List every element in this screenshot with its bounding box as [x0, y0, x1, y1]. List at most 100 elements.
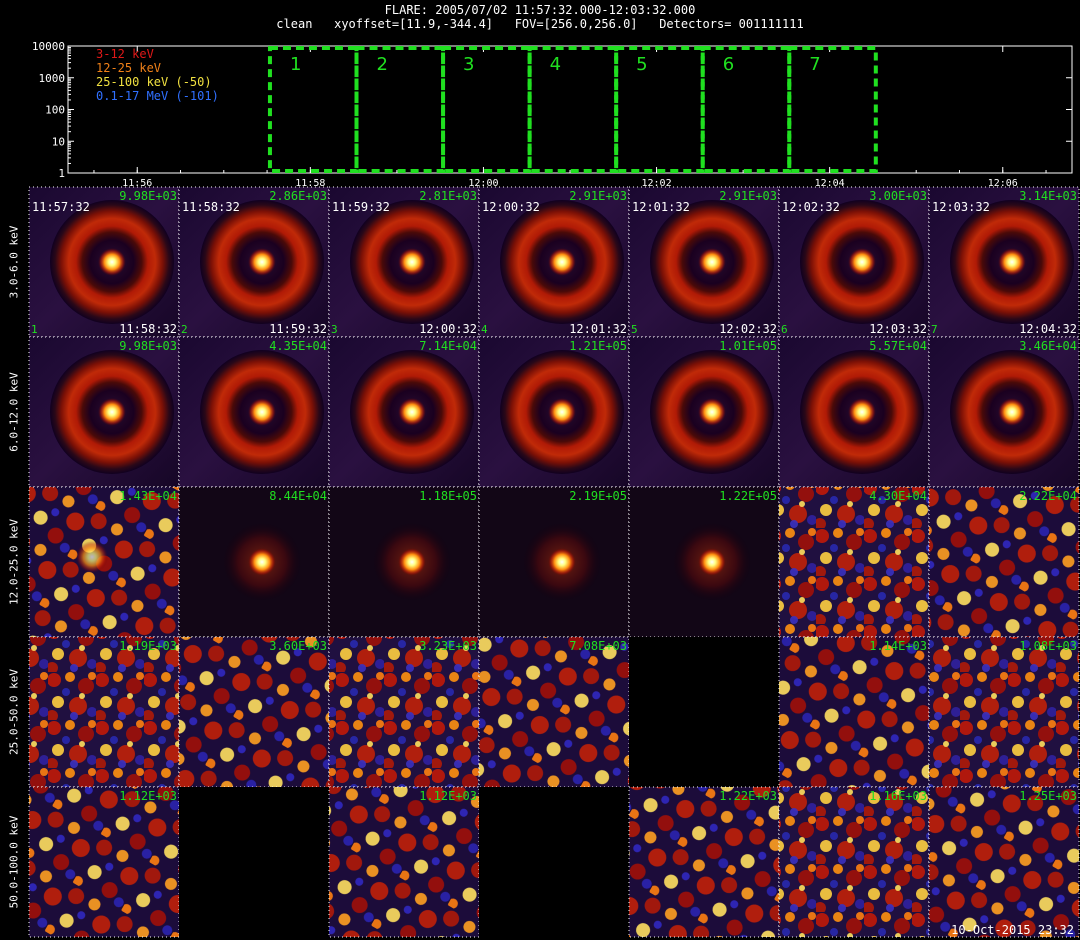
row-energy-label: 6.0-12.0 keV [7, 372, 21, 452]
noise-map [29, 637, 179, 787]
cell-interval-number: 1 [31, 323, 38, 336]
image-cell: 3.23E+03 [328, 636, 480, 788]
image-cell: 2.91E+03 12:01:32 12:02:32 5 [628, 186, 780, 338]
cell-max-value: 2.19E+05 [569, 489, 627, 503]
cell-end-time: 11:59:32 [269, 322, 327, 336]
row-energy-label: 25.0-50.0 keV [7, 668, 21, 756]
empty-cell [179, 787, 329, 937]
row-energy-label: 12.0-25.0 keV [7, 518, 21, 606]
cell-interval-number: 4 [481, 323, 488, 336]
source-core [698, 548, 726, 576]
cell-max-value: 1.21E+05 [569, 339, 627, 353]
cell-max-value: 3.14E+03 [1019, 189, 1077, 203]
noise-map [629, 787, 779, 937]
image-grid: 9.98E+03 11:57:32 11:58:32 1 2.86E+03 11:58:3… [28, 186, 1080, 938]
cell-start-time: 12:00:32 [482, 200, 540, 214]
image-cell: 2.91E+03 12:00:32 12:01:32 4 [478, 186, 630, 338]
image-cell: 1.25E+03 [928, 786, 1080, 938]
source-blob [76, 541, 108, 573]
image-cell [479, 787, 629, 937]
cell-max-value: 4.30E+04 [869, 489, 927, 503]
cell-max-value: 2.22E+04 [1019, 489, 1077, 503]
image-cell: 3.46E+04 [928, 336, 1080, 488]
noise-map [329, 637, 479, 787]
cell-max-value: 3.60E+03 [269, 639, 327, 653]
row-energy-label: 3.0-6.0 keV [7, 225, 21, 299]
image-cell: 9.98E+03 11:57:32 11:58:32 1 [28, 186, 180, 338]
image-cell: 1.18E+05 [328, 486, 480, 638]
noise-map [779, 787, 929, 937]
source-core [98, 248, 126, 276]
noise-map [29, 787, 179, 937]
empty-cell [479, 787, 629, 937]
row-energy-label: 50.0-100.0 keV [7, 815, 21, 909]
cell-start-time: 12:03:32 [932, 200, 990, 214]
source-core [248, 548, 276, 576]
image-cell [179, 787, 329, 937]
image-cell [629, 637, 779, 787]
source-core [848, 248, 876, 276]
image-cell: 1.16E+03 [778, 786, 930, 938]
cell-max-value: 1.16E+03 [869, 789, 927, 803]
cell-max-value: 9.98E+03 [119, 339, 177, 353]
source-core [998, 398, 1026, 426]
cell-end-time: 12:04:32 [1019, 322, 1077, 336]
cell-start-time: 11:59:32 [332, 200, 390, 214]
noise-map [779, 487, 929, 637]
source-core [548, 548, 576, 576]
image-cell: 1.43E+04 [28, 486, 180, 638]
noise-map [779, 637, 929, 787]
cell-interval-number: 2 [181, 323, 188, 336]
cell-max-value: 2.91E+03 [719, 189, 777, 203]
cell-interval-number: 7 [931, 323, 938, 336]
cell-max-value: 5.57E+04 [869, 339, 927, 353]
cell-max-value: 7.08E+03 [569, 639, 627, 653]
image-cell: 1.12E+03 [328, 786, 480, 938]
cell-max-value: 3.00E+03 [869, 189, 927, 203]
footer-timestamp: 10-Oct-2015 23:32 [951, 923, 1074, 937]
image-cell: 1.22E+03 [628, 786, 780, 938]
cell-max-value: 2.86E+03 [269, 189, 327, 203]
cell-max-value: 1.22E+03 [719, 789, 777, 803]
noise-map [929, 787, 1079, 937]
empty-cell [629, 637, 779, 787]
image-cell: 2.81E+03 11:59:32 12:00:32 3 [328, 186, 480, 338]
source-core [698, 398, 726, 426]
noise-map [479, 637, 629, 787]
cell-max-value: 7.14E+04 [419, 339, 477, 353]
source-core [398, 548, 426, 576]
cell-max-value: 1.12E+03 [419, 789, 477, 803]
noise-map [929, 487, 1079, 637]
cell-max-value: 2.81E+03 [419, 189, 477, 203]
cell-start-time: 11:57:32 [32, 200, 90, 214]
cell-max-value: 1.18E+05 [419, 489, 477, 503]
image-cell: 2.19E+05 [478, 486, 630, 638]
cell-max-value: 3.23E+03 [419, 639, 477, 653]
cell-max-value: 1.01E+05 [719, 339, 777, 353]
cell-max-value: 2.91E+03 [569, 189, 627, 203]
cell-max-value: 1.22E+05 [719, 489, 777, 503]
cell-start-time: 12:02:32 [782, 200, 840, 214]
cell-end-time: 12:00:32 [419, 322, 477, 336]
source-core [548, 248, 576, 276]
image-cell: 1.22E+05 [628, 486, 780, 638]
cell-interval-number: 3 [331, 323, 338, 336]
cell-start-time: 12:01:32 [632, 200, 690, 214]
image-cell: 1.12E+03 [28, 786, 180, 938]
source-core [248, 398, 276, 426]
image-cell: 8.44E+04 [178, 486, 330, 638]
cell-max-value: 9.98E+03 [119, 189, 177, 203]
cell-max-value: 1.19E+03 [119, 639, 177, 653]
cell-end-time: 12:02:32 [719, 322, 777, 336]
source-core [698, 248, 726, 276]
image-cell: 1.19E+03 [28, 636, 180, 788]
source-core [848, 398, 876, 426]
image-cell: 1.14E+03 [778, 636, 930, 788]
cell-interval-number: 6 [781, 323, 788, 336]
cell-max-value: 1.14E+03 [869, 639, 927, 653]
image-cell: 7.14E+04 [328, 336, 480, 488]
image-cell: 3.00E+03 12:02:32 12:03:32 6 [778, 186, 930, 338]
noise-map [929, 637, 1079, 787]
image-cell: 1.08E+03 [928, 636, 1080, 788]
source-core [98, 398, 126, 426]
